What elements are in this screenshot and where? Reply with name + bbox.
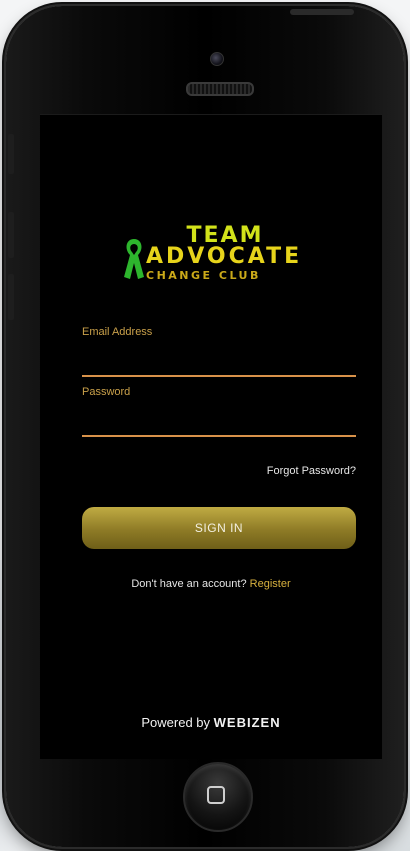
- email-field[interactable]: [82, 353, 356, 377]
- team-advocate-logo: TEAM ADVOCATE CHANGE CLUB: [122, 223, 318, 285]
- webizen-brand-text: WEBIZEN: [213, 715, 281, 730]
- home-button[interactable]: [183, 762, 253, 832]
- powered-by-text: Powered by: [141, 715, 211, 730]
- logo-advocate-text: ADVOCATE: [146, 244, 303, 269]
- phone-frame: TEAM ADVOCATE CHANGE CLUB Email Address …: [6, 6, 404, 847]
- volume-up-button: [8, 212, 14, 258]
- password-label: Password: [82, 386, 131, 398]
- no-account-text: Don't have an account?: [131, 578, 247, 590]
- volume-down-button: [8, 274, 14, 320]
- logo-change-club-text: CHANGE CLUB: [146, 269, 261, 282]
- app-screen: TEAM ADVOCATE CHANGE CLUB Email Address …: [40, 114, 382, 759]
- sign-in-button[interactable]: SIGN IN: [82, 507, 356, 549]
- power-button: [290, 9, 354, 15]
- no-account-row: Don't have an account? Register: [40, 578, 382, 590]
- powered-by-footer: Powered by WEBIZEN: [40, 715, 382, 730]
- home-button-square-icon: [207, 786, 225, 804]
- email-label: Email Address: [82, 326, 153, 338]
- ribbon-icon: [124, 239, 144, 279]
- speaker-grille: [186, 82, 254, 96]
- password-field[interactable]: [82, 413, 356, 437]
- register-link[interactable]: Register: [250, 578, 291, 590]
- forgot-password-link[interactable]: Forgot Password?: [240, 465, 356, 477]
- mute-switch: [8, 134, 14, 174]
- camera-icon: [210, 52, 224, 66]
